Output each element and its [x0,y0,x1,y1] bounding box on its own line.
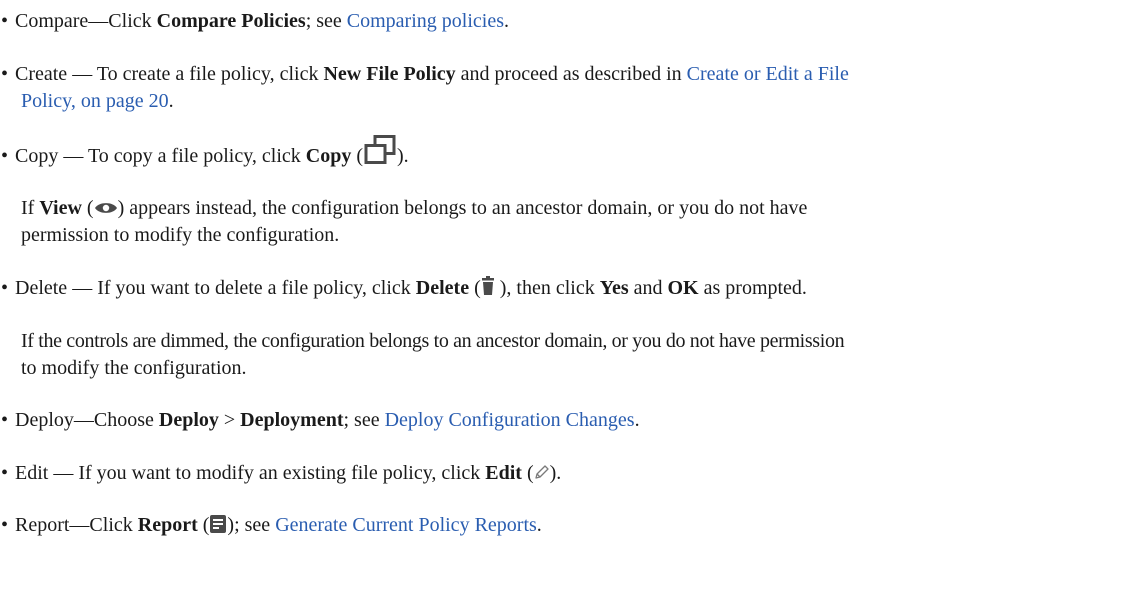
copy-icon [363,135,397,165]
generate-current-policy-reports-link[interactable]: Generate Current Policy Reports [275,514,537,536]
yes-label: Yes [599,277,629,299]
list-item-copy: • Copy — To copy a file policy, click Cop… [0,135,409,169]
list-item-create-continuation: Policy, on page 20. [21,88,174,114]
new-file-policy-label: New File Policy [323,63,456,85]
create-mid-text: and proceed as described in [455,63,687,85]
list-item-delete: • Delete — If you want to delete a file p… [0,275,807,301]
report-tail-text: . [536,514,542,536]
view-label: View [39,197,82,219]
deploy-label: Deploy [158,409,219,431]
delete-open-paren: ( [469,277,481,299]
copy-note-line2: permission to modify the configuration. [21,222,339,248]
compare-policies-label: Compare Policies [156,10,306,32]
delete-note-line1: If the controls are dimmed, the configur… [21,330,845,352]
compare-lead-text: Compare—Click [15,10,157,32]
delete-label: Delete [415,277,470,299]
view-open-paren: ( [81,197,94,219]
copy-note-lead: If [21,197,40,219]
edit-label: Edit [485,462,522,484]
deploy-tail-text: . [634,409,640,431]
copy-note: If View ( ) appears instead, the configur… [21,195,807,221]
deploy-lead-text: Deploy—Choose [15,409,159,431]
deploy-mid-text: ; see [343,409,385,431]
copy-close-paren: ). [397,145,409,167]
pencil-icon [534,464,550,480]
trash-icon [481,276,495,296]
report-icon [209,514,227,534]
edit-open-paren: ( [521,462,534,484]
delete-and-text: and [628,277,668,299]
list-item-edit: • Edit — If you want to modify an existin… [0,460,561,486]
copy-note-line2-text: permission to modify the configuration. [21,224,340,246]
report-label: Report [137,514,198,536]
delete-lead-text: Delete — If you want to delete a file po… [15,277,416,299]
bullet: • [1,462,9,484]
list-item-create: • Create — To create a file policy, click… [0,61,849,87]
bullet: • [1,145,9,167]
list-item-deploy: • Deploy—Choose Deploy > Deployment; see … [0,407,640,433]
create-edit-file-policy-link[interactable]: Create or Edit a File [687,63,849,85]
document-page: • Compare—Click Compare Policies; see Com… [0,0,1142,590]
report-lead-text: Report—Click [15,514,138,536]
create-edit-file-policy-link-cont[interactable]: Policy, on page 20 [21,90,169,112]
copy-label: Copy [305,145,352,167]
compare-tail-text: . [503,10,509,32]
create-lead-text: Create — To create a file policy, click [15,63,324,85]
copy-lead-text: Copy — To copy a file policy, click [15,145,306,167]
delete-tail-text: as prompted. [698,277,807,299]
delete-mid-text: ), then click [494,277,600,299]
bullet: • [1,10,9,32]
ok-label: OK [667,277,699,299]
delete-note-line2: to modify the configuration. [21,355,247,381]
bullet: • [1,514,9,536]
deploy-configuration-changes-link[interactable]: Deploy Configuration Changes [385,409,635,431]
report-open-paren: ( [197,514,210,536]
create-tail-text: . [168,90,174,112]
copy-open-paren: ( [351,145,364,167]
edit-lead-text: Edit — If you want to modify an existing… [15,462,486,484]
deploy-sep: > [218,409,241,431]
compare-mid-text: ; see [305,10,347,32]
list-item-compare: • Compare—Click Compare Policies; see Com… [0,8,509,34]
edit-close-paren: ). [549,462,562,484]
list-item-report: • Report—Click Report ( ); see Generate Cu… [0,512,542,538]
bullet: • [1,409,9,431]
bullet: • [1,277,9,299]
delete-note-line2-text: to modify the configuration. [21,357,247,379]
deployment-label: Deployment [240,409,344,431]
eye-icon [94,200,118,216]
report-mid-text: ); see [227,514,276,536]
copy-note-rest: ) appears instead, the configuration bel… [117,197,808,219]
bullet: • [1,63,9,85]
delete-note: If the controls are dimmed, the configur… [21,328,845,354]
comparing-policies-link[interactable]: Comparing policies [347,10,504,32]
